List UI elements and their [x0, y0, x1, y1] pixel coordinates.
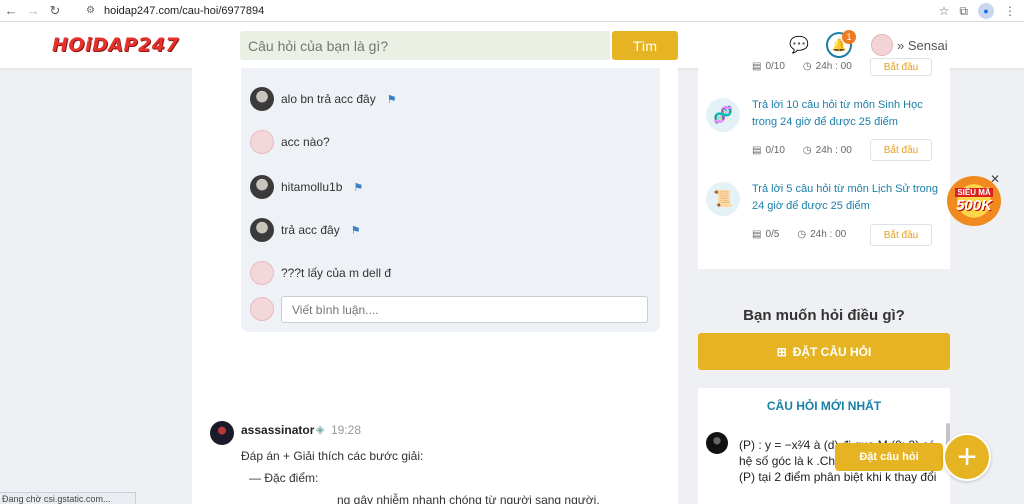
site-info-icon[interactable]: ⚙	[86, 5, 98, 17]
task-description: Trả lời 5 câu hỏi từ môn Lịch Sử trong 2…	[752, 183, 939, 212]
browser-actions: ☆ ⧉ ● ⋮	[939, 0, 1024, 22]
avatar[interactable]	[706, 432, 728, 454]
dna-icon: 🧬	[706, 98, 740, 132]
comment-item: trả acc đây ⚑	[250, 218, 361, 242]
address-bar[interactable]: ⚙ hoidap247.com/cau-hoi/6977894	[86, 0, 264, 22]
start-task-button[interactable]: Bắt đầu	[870, 224, 932, 246]
history-scroll-icon: 📜	[706, 182, 740, 216]
avatar	[250, 297, 274, 321]
task-progress: ▤ 0/5 ◷ 24h : 00	[752, 229, 847, 240]
user-name: Sensai	[907, 38, 948, 53]
task-description: Trả lời 10 câu hỏi từ môn Sinh Học trong…	[752, 99, 923, 128]
user-menu[interactable]: » Sensai	[897, 38, 948, 53]
ask-question-label: ĐẶT CÂU HỎI	[792, 344, 872, 359]
newest-questions-title: CÂU HỎI MỚI NHẤT	[766, 399, 882, 413]
start-task-button[interactable]: Bắt đầu	[870, 139, 932, 161]
ask-question-button[interactable]: ⊞ ĐẶT CÂU HỎI	[698, 333, 950, 370]
clock-icon: ◷	[802, 145, 812, 156]
search-button[interactable]: Tìm	[612, 31, 678, 60]
answer-text: ng gây nhiễm nhanh chóng từ người sang n…	[337, 493, 600, 504]
comment-item: ???t lấy của m dell đ	[250, 261, 391, 285]
answer-time: 19:28	[331, 423, 362, 437]
browser-toolbar: ← → ↻ ⚙ hoidap247.com/cau-hoi/6977894 ☆ …	[0, 0, 1024, 22]
clock-icon: ◷	[802, 61, 812, 72]
comment-text: hitamollu1b	[281, 180, 343, 194]
user-avatar[interactable]	[871, 34, 893, 56]
avatar[interactable]	[250, 130, 274, 154]
list-icon: ▤	[752, 229, 762, 240]
fab-label[interactable]: Đặt câu hỏi	[835, 443, 943, 471]
plus-icon[interactable]: +	[943, 433, 991, 481]
url-text: hoidap247.com/cau-hoi/6977894	[104, 5, 265, 17]
profile-icon[interactable]: ●	[978, 3, 994, 19]
report-flag-icon[interactable]: ⚑	[351, 224, 361, 237]
notification-badge: 1	[842, 30, 856, 44]
comment-item: alo bn trả acc đây ⚑	[250, 87, 397, 111]
comment-text: acc nào?	[281, 135, 330, 149]
comment-input[interactable]	[281, 296, 648, 323]
comment-text: ???t lấy của m dell đ	[281, 266, 392, 280]
avatar[interactable]	[250, 87, 274, 111]
list-icon: ▤	[752, 145, 762, 156]
avatar[interactable]	[210, 421, 234, 445]
promo-amount: 500K	[956, 197, 992, 214]
promo-line: SIÊU MÃ	[955, 188, 993, 197]
task-progress: ▤ 0/10 ◷ 24h : 00	[752, 145, 852, 156]
notification-bell-icon[interactable]: 🔔 1	[826, 30, 856, 58]
comment-input-row	[250, 297, 274, 321]
answer-text: — Đặc điểm:	[249, 471, 319, 485]
avatar[interactable]	[250, 261, 274, 285]
search-input[interactable]	[240, 31, 610, 60]
answer-username[interactable]: assassinator	[241, 423, 314, 437]
start-task-button[interactable]: Bắt đầu	[870, 58, 932, 76]
answer-text: Đáp án + Giải thích các bước giải:	[241, 449, 424, 463]
report-flag-icon[interactable]: ⚑	[387, 93, 397, 106]
chat-icon[interactable]: 💬	[789, 35, 809, 55]
report-flag-icon[interactable]: ⚑	[353, 181, 363, 194]
bookmark-star-icon[interactable]: ☆	[939, 4, 950, 18]
back-icon[interactable]: ←	[0, 0, 22, 22]
browser-status-bar: Đang chờ csi.gstatic.com...	[0, 492, 136, 504]
comment-item: acc nào?	[250, 130, 330, 154]
comment-text: trả acc đây	[281, 223, 340, 237]
extensions-icon[interactable]: ⧉	[959, 4, 968, 19]
comment-item: hitamollu1b ⚑	[250, 175, 363, 199]
comment-text: alo bn trả acc đây	[281, 92, 376, 106]
menu-icon[interactable]: ⋮	[1004, 4, 1016, 18]
clock-icon: ◷	[797, 229, 807, 240]
forward-icon[interactable]: →	[22, 0, 44, 22]
chevron-down-icon: »	[897, 38, 905, 53]
add-question-icon: ⊞	[776, 344, 787, 359]
task-progress: ▤ 0/10 ◷ 24h : 00	[752, 61, 852, 72]
avatar[interactable]	[250, 218, 274, 242]
avatar[interactable]	[250, 175, 274, 199]
list-icon: ▤	[752, 61, 762, 72]
ask-question-title: Bạn muốn hỏi điều gì?	[743, 307, 905, 324]
rank-badge-icon: ◈	[316, 424, 325, 436]
reload-icon[interactable]: ↻	[44, 0, 66, 22]
site-logo[interactable]: HOiDAP247	[52, 34, 179, 56]
close-icon[interactable]: ✕	[990, 172, 1000, 186]
